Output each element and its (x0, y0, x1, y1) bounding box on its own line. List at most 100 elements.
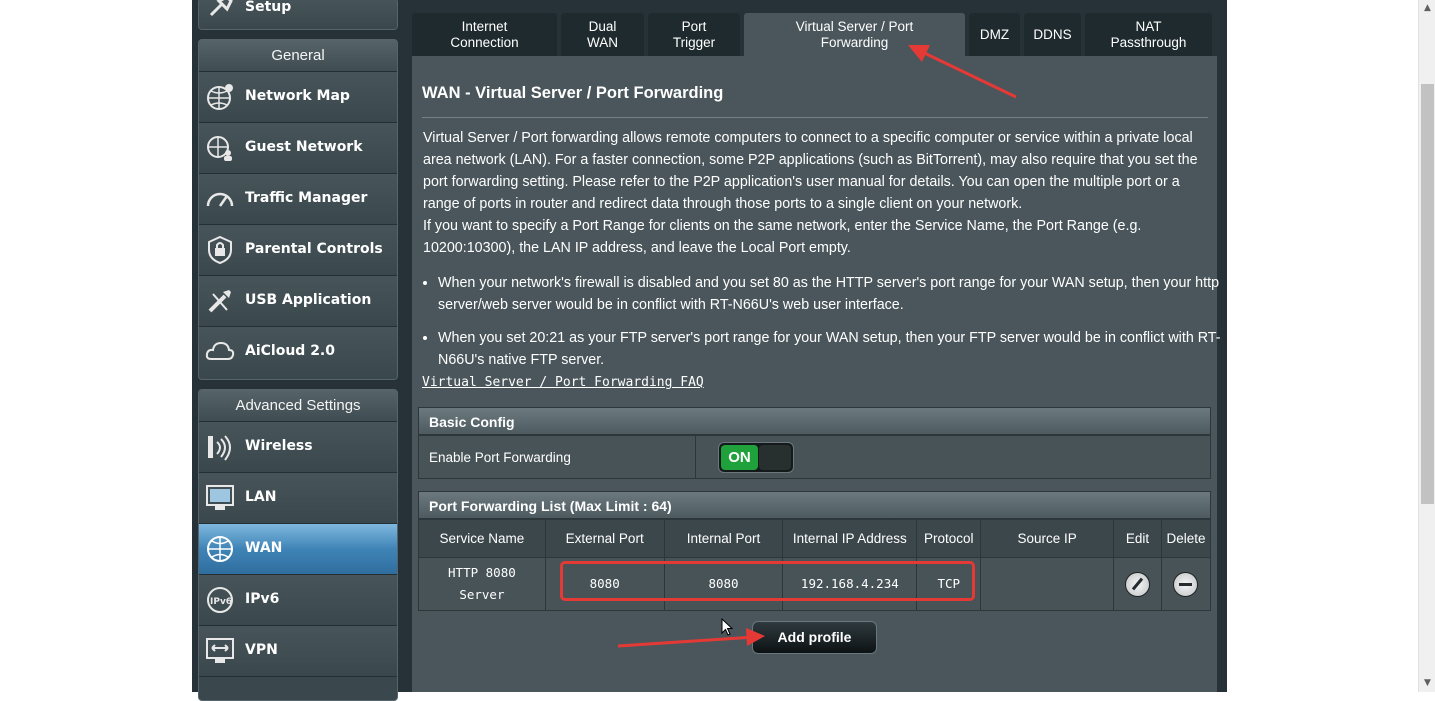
faq-link[interactable]: Virtual Server / Port Forwarding FAQ (422, 375, 704, 390)
sidebar-setup-block: Setup (198, 0, 398, 30)
tab-label: NAT (1135, 18, 1162, 34)
usb-tools-icon (208, 290, 231, 313)
sidebar-item-label: Traffic Manager (245, 190, 368, 206)
globe-network-icon (207, 84, 233, 110)
delete-minus-icon[interactable] (1173, 571, 1199, 597)
tab-label: Internet (461, 18, 508, 34)
notes-list: When your network's firewall is disabled… (422, 272, 1228, 382)
column-header: Edit (1113, 519, 1162, 558)
tab-label: Forwarding (820, 34, 889, 50)
edit-cell (1113, 557, 1162, 611)
page-scrollbar[interactable]: ▲ ▼ (1418, 0, 1435, 692)
sidebar-general-header: General (199, 40, 397, 72)
tab-ddns[interactable]: DDNS (1024, 13, 1081, 56)
basic-config-header: Basic Config (418, 407, 1211, 435)
sidebar-item-parental-controls[interactable]: Parental Controls (199, 225, 397, 276)
speedometer-icon (206, 192, 234, 207)
sidebar-item-setup[interactable]: Setup (199, 0, 397, 29)
ipv6-icon: IPv6 (207, 587, 233, 613)
scroll-up-icon[interactable]: ▲ (1419, 0, 1435, 17)
tab-port-trigger[interactable]: Port Trigger (648, 13, 740, 56)
sidebar-item-label: Wireless (245, 438, 313, 454)
column-header: Source IP (980, 519, 1115, 558)
guest-network-icon (207, 136, 232, 161)
sidebar-item-network-map[interactable]: Network Map (199, 72, 397, 123)
sidebar-item-vpn[interactable]: VPN (199, 626, 397, 677)
edit-pencil-icon[interactable] (1125, 571, 1150, 597)
column-header: Delete (1160, 519, 1212, 558)
column-header: Protocol (916, 519, 982, 558)
sidebar-item-label: Network Map (245, 88, 350, 104)
lock-shield-icon (208, 235, 232, 265)
sidebar-item-aicloud[interactable]: AiCloud 2.0 (199, 327, 397, 377)
sidebar-advanced: Advanced Settings Wireless LAN WAN IPv6 … (198, 389, 398, 701)
sidebar-item-label: WAN (245, 540, 283, 556)
column-header: Internal IP Address (782, 519, 918, 558)
mouse-cursor-icon (721, 618, 734, 636)
toggle-knob (759, 445, 791, 470)
tab-internet-connection[interactable]: Internet Connection (412, 13, 557, 56)
tab-label: Trigger (672, 34, 716, 50)
sidebar-advanced-header: Advanced Settings (199, 390, 397, 422)
tab-label: Virtual Server / Port (795, 18, 914, 34)
tab-virtual-server[interactable]: Virtual Server / Port Forwarding (744, 13, 965, 56)
service-name-text: Server (459, 587, 505, 602)
sidebar-general: General Network Map Guest Network Traffi… (198, 39, 398, 380)
sidebar-item-guest-network[interactable]: Guest Network (199, 123, 397, 174)
globe-icon (207, 536, 233, 562)
wifi-icon (208, 435, 231, 461)
tab-nat-passthrough[interactable]: NAT Passthrough (1085, 13, 1212, 56)
column-header: External Port (544, 519, 665, 558)
sidebar-item-ipv6[interactable]: IPv6 IPv6 (199, 575, 397, 626)
scrollbar-thumb[interactable] (1421, 84, 1434, 504)
column-header: Service Name (418, 519, 546, 558)
vpn-icon (206, 638, 234, 663)
delete-cell (1160, 557, 1212, 611)
column-header: Internal Port (663, 519, 784, 558)
sidebar-item-label: USB Application (245, 292, 372, 308)
add-profile-button[interactable]: Add profile (752, 621, 877, 654)
enable-port-forwarding-row: Enable Port Forwarding ON (418, 435, 1211, 479)
sidebar-item-label: VPN (245, 642, 278, 658)
source-ip-cell (980, 557, 1115, 611)
note-item: When you set 20:21 as your FTP server's … (438, 327, 1228, 371)
service-name-text: HTTP 8080 (448, 565, 516, 580)
sidebar-item-wireless[interactable]: Wireless (199, 422, 397, 473)
description-paragraph: If you want to specify a Port Range for … (423, 218, 1142, 256)
enable-port-forwarding-label: Enable Port Forwarding (429, 450, 571, 465)
sidebar-item-label: AiCloud 2.0 (245, 343, 335, 359)
tab-label: Connection (450, 34, 519, 50)
description-paragraph: Virtual Server / Port forwarding allows … (423, 130, 1198, 212)
title-divider (422, 117, 1208, 118)
page-description: Virtual Server / Port forwarding allows … (423, 127, 1213, 259)
service-name-cell: HTTP 8080 Server (418, 557, 546, 611)
tab-label: Passthrough (1110, 34, 1187, 50)
port-forwarding-list-header: Port Forwarding List (Max Limit : 64) (418, 491, 1211, 519)
sidebar-item-wan[interactable]: WAN (199, 524, 397, 575)
sidebar-item-usb-application[interactable]: USB Application (199, 276, 397, 327)
sidebar-item-label: Guest Network (245, 139, 363, 155)
tab-dmz[interactable]: DMZ (969, 13, 1020, 56)
tab-dual-wan[interactable]: Dual WAN (561, 13, 644, 56)
sidebar-item-label: LAN (245, 489, 277, 505)
page-title: WAN - Virtual Server / Port Forwarding (422, 84, 724, 102)
setup-icon (209, 0, 233, 17)
sidebar-item-traffic-manager[interactable]: Traffic Manager (199, 174, 397, 225)
svg-text:IPv6: IPv6 (210, 597, 232, 607)
tab-label: WAN (587, 34, 618, 50)
tab-label: Dual (588, 18, 617, 34)
port-forwarding-toggle[interactable]: ON (718, 442, 794, 473)
note-item: When your network's firewall is disabled… (438, 272, 1228, 316)
table-header-row: Service Name External Port Internal Port… (418, 519, 1212, 558)
cloud-icon (205, 341, 235, 360)
tab-label: DMZ (979, 26, 1010, 42)
tab-label: DDNS (1033, 26, 1072, 42)
sidebar-item-lan[interactable]: LAN (199, 473, 397, 524)
sidebar-item-label: Setup (245, 0, 292, 15)
scroll-down-icon[interactable]: ▼ (1419, 675, 1435, 692)
highlight-box (560, 561, 975, 601)
monitor-icon (206, 485, 234, 510)
row-divider (695, 436, 696, 478)
toggle-on-label: ON (721, 445, 758, 470)
sidebar-item-label: Parental Controls (245, 241, 383, 257)
